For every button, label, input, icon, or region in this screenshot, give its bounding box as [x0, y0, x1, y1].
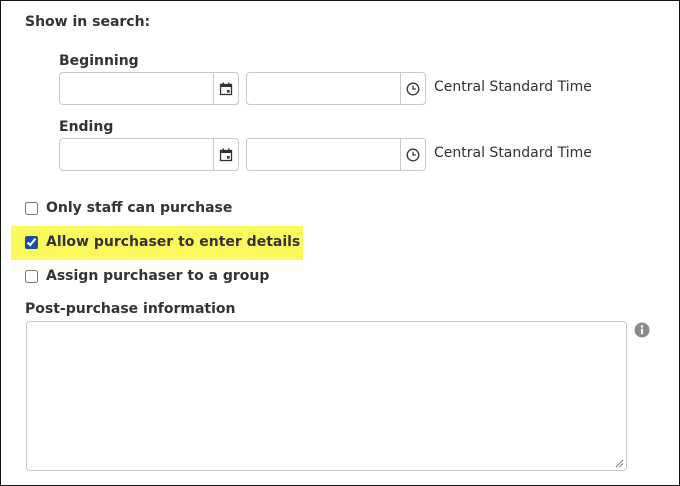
assign-group-label: Assign purchaser to a group — [46, 268, 270, 284]
allow-details-label: Allow purchaser to enter details — [46, 234, 301, 250]
only-staff-checkbox[interactable] — [25, 201, 38, 215]
ending-date-picker-button[interactable] — [213, 139, 238, 170]
ending-time-field[interactable] — [246, 138, 426, 171]
beginning-time-input[interactable] — [247, 73, 402, 104]
post-purchase-field[interactable] — [26, 321, 627, 471]
clock-icon — [406, 148, 420, 161]
ending-label: Ending — [59, 119, 114, 135]
beginning-label: Beginning — [59, 53, 139, 69]
post-purchase-textarea[interactable] — [27, 322, 626, 470]
calendar-icon — [219, 148, 233, 161]
assign-group-option[interactable]: Assign purchaser to a group — [25, 268, 269, 284]
resize-handle-icon[interactable] — [614, 458, 624, 468]
calendar-icon — [219, 82, 233, 95]
only-staff-option[interactable]: Only staff can purchase — [25, 200, 232, 216]
settings-panel: Show in search: Beginning Central Standa… — [0, 0, 680, 486]
ending-date-input[interactable] — [60, 139, 215, 170]
show-in-search-label: Show in search: — [25, 14, 151, 30]
allow-details-checkbox[interactable] — [25, 235, 38, 249]
allow-details-option[interactable]: Allow purchaser to enter details — [25, 234, 300, 250]
ending-date-field[interactable] — [59, 138, 239, 171]
ending-time-input[interactable] — [247, 139, 402, 170]
beginning-timezone: Central Standard Time — [434, 79, 592, 95]
only-staff-label: Only staff can purchase — [46, 200, 233, 216]
beginning-time-field[interactable] — [246, 72, 426, 105]
beginning-date-input[interactable] — [60, 73, 215, 104]
ending-timezone: Central Standard Time — [434, 145, 592, 161]
beginning-date-picker-button[interactable] — [213, 73, 238, 104]
beginning-date-field[interactable] — [59, 72, 239, 105]
post-purchase-label: Post-purchase information — [25, 301, 236, 317]
assign-group-checkbox[interactable] — [25, 269, 38, 283]
clock-icon — [406, 82, 420, 95]
ending-time-picker-button[interactable] — [400, 139, 425, 170]
beginning-time-picker-button[interactable] — [400, 73, 425, 104]
info-icon[interactable] — [634, 322, 650, 338]
